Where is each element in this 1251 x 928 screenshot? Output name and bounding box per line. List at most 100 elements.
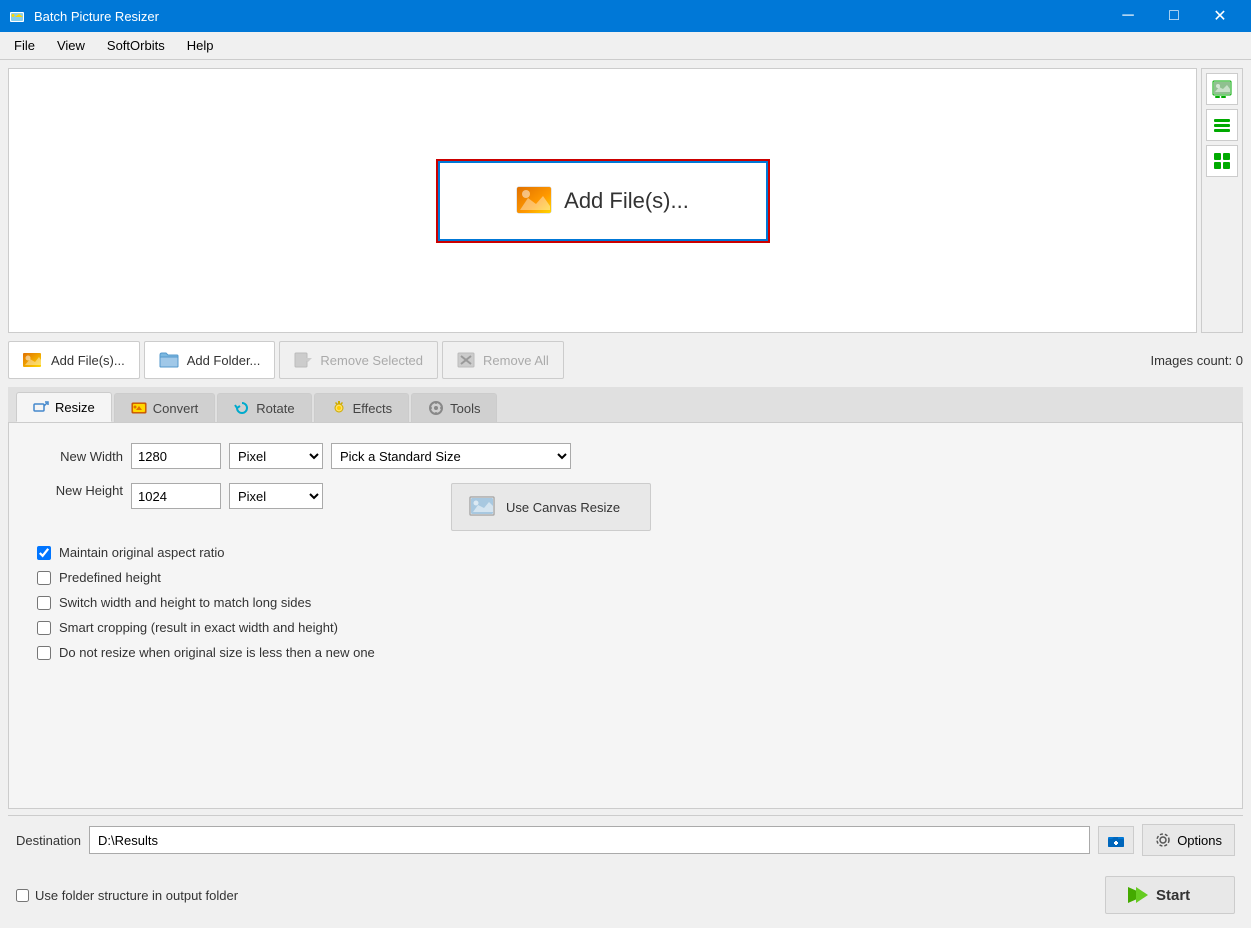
destination-bar: Destination Options <box>8 815 1243 864</box>
smart-crop-checkbox[interactable] <box>37 621 51 635</box>
remove-selected-button[interactable]: Remove Selected <box>279 341 438 379</box>
view-thumbnails-button[interactable] <box>1206 73 1238 105</box>
main-container: Add File(s)... <box>0 60 1251 928</box>
window-controls: ─ □ ✕ <box>1105 0 1243 32</box>
grid-icon <box>1212 151 1232 171</box>
resize-tab-content: New Width Pixel Percent Centimeter Inch … <box>8 423 1243 809</box>
tab-effects-label: Effects <box>353 401 393 416</box>
effects-tab-icon <box>331 400 347 416</box>
new-height-input[interactable] <box>131 483 221 509</box>
no-resize-checkbox[interactable] <box>37 646 51 660</box>
close-button[interactable]: ✕ <box>1197 0 1243 32</box>
image-panel: Add File(s)... <box>8 68 1197 333</box>
menubar: File View SoftOrbits Help <box>0 32 1251 60</box>
tab-rotate[interactable]: Rotate <box>217 393 311 422</box>
new-width-unit-select[interactable]: Pixel Percent Centimeter Inch <box>229 443 323 469</box>
add-files-center-label: Add File(s)... <box>564 188 689 214</box>
canvas-resize-label: Use Canvas Resize <box>506 500 620 515</box>
gear-icon <box>1155 832 1171 848</box>
no-resize-row: Do not resize when original size is less… <box>33 645 1218 660</box>
add-files-icon <box>23 351 43 369</box>
tab-convert[interactable]: Convert <box>114 393 216 422</box>
menu-softorbits[interactable]: SoftOrbits <box>97 34 175 57</box>
start-icon <box>1126 885 1148 905</box>
view-grid-button[interactable] <box>1206 145 1238 177</box>
smart-crop-label: Smart cropping (result in exact width an… <box>59 620 338 635</box>
remove-selected-label: Remove Selected <box>320 353 423 368</box>
use-canvas-resize-button[interactable]: Use Canvas Resize <box>451 483 651 531</box>
switch-wh-label: Switch width and height to match long si… <box>59 595 311 610</box>
new-width-input[interactable] <box>131 443 221 469</box>
switch-wh-checkbox[interactable] <box>37 596 51 610</box>
menu-view[interactable]: View <box>47 34 95 57</box>
images-count-value: 0 <box>1236 353 1243 368</box>
maintain-aspect-label: Maintain original aspect ratio <box>59 545 224 560</box>
remove-all-button[interactable]: Remove All <box>442 341 564 379</box>
no-resize-label: Do not resize when original size is less… <box>59 645 375 660</box>
predefined-height-label: Predefined height <box>59 570 161 585</box>
new-width-row: New Width Pixel Percent Centimeter Inch … <box>33 443 1218 469</box>
remove-all-icon <box>457 352 475 368</box>
folder-icon <box>159 352 179 368</box>
start-label: Start <box>1156 887 1190 904</box>
rotate-tab-icon <box>234 400 250 416</box>
tab-rotate-label: Rotate <box>256 401 294 416</box>
predefined-height-checkbox[interactable] <box>37 571 51 585</box>
start-button[interactable]: Start <box>1105 876 1235 914</box>
new-width-label: New Width <box>33 449 123 464</box>
view-panel <box>1201 68 1243 333</box>
images-count-label: Images count: <box>1150 353 1232 368</box>
switch-wh-row: Switch width and height to match long si… <box>33 595 1218 610</box>
tab-resize-label: Resize <box>55 400 95 415</box>
folder-structure-row: Use folder structure in output folder <box>16 888 238 903</box>
destination-label: Destination <box>16 833 81 848</box>
add-files-label: Add File(s)... <box>51 353 125 368</box>
menu-help[interactable]: Help <box>177 34 224 57</box>
image-icon-center <box>516 186 552 216</box>
resize-tab-icon <box>33 399 49 415</box>
options-button[interactable]: Options <box>1142 824 1235 856</box>
options-label: Options <box>1177 833 1222 848</box>
destination-browse-button[interactable] <box>1098 826 1134 854</box>
add-files-center-button[interactable]: Add File(s)... <box>438 161 768 241</box>
add-folder-label: Add Folder... <box>187 353 261 368</box>
add-folder-button[interactable]: Add Folder... <box>144 341 276 379</box>
app-icon <box>8 7 26 25</box>
use-folder-structure-label: Use folder structure in output folder <box>35 888 238 903</box>
images-count: Images count: 0 <box>1150 353 1243 368</box>
tabs-bar: Resize Convert Rotate <box>8 387 1243 423</box>
convert-tab-icon <box>131 400 147 416</box>
tab-effects[interactable]: Effects <box>314 393 410 422</box>
list-icon <box>1212 115 1232 135</box>
titlebar: Batch Picture Resizer ─ □ ✕ <box>0 0 1251 32</box>
remove-selected-icon <box>294 352 312 368</box>
canvas-icon <box>468 495 496 519</box>
thumbnails-icon <box>1212 79 1232 99</box>
use-folder-structure-checkbox[interactable] <box>16 889 29 902</box>
image-panel-wrapper: Add File(s)... <box>8 68 1243 333</box>
browse-icon <box>1107 831 1125 849</box>
bottom-panel: Resize Convert Rotate <box>8 387 1243 809</box>
maintain-aspect-row: Maintain original aspect ratio <box>33 545 1218 560</box>
bottom-bar: Use folder structure in output folder St… <box>8 870 1243 920</box>
add-files-button[interactable]: Add File(s)... <box>8 341 140 379</box>
toolbar: Add File(s)... Add Folder... Remove Sele… <box>8 339 1243 381</box>
new-height-label: New Height <box>33 483 123 498</box>
minimize-button[interactable]: ─ <box>1105 0 1151 32</box>
maintain-aspect-checkbox[interactable] <box>37 546 51 560</box>
view-list-button[interactable] <box>1206 109 1238 141</box>
tab-resize[interactable]: Resize <box>16 392 112 422</box>
menu-file[interactable]: File <box>4 34 45 57</box>
new-height-unit-select[interactable]: Pixel Percent Centimeter Inch <box>229 483 323 509</box>
smart-crop-row: Smart cropping (result in exact width an… <box>33 620 1218 635</box>
tab-tools[interactable]: Tools <box>411 393 497 422</box>
destination-path-input[interactable] <box>89 826 1090 854</box>
predefined-height-row: Predefined height <box>33 570 1218 585</box>
tab-tools-label: Tools <box>450 401 480 416</box>
new-height-row: New Height Pixel Percent Centimeter Inch <box>33 483 1218 531</box>
remove-all-label: Remove All <box>483 353 549 368</box>
standard-size-select[interactable]: Pick a Standard Size 640x480 800x600 102… <box>331 443 571 469</box>
window-title: Batch Picture Resizer <box>34 9 1097 24</box>
tab-convert-label: Convert <box>153 401 199 416</box>
maximize-button[interactable]: □ <box>1151 0 1197 32</box>
